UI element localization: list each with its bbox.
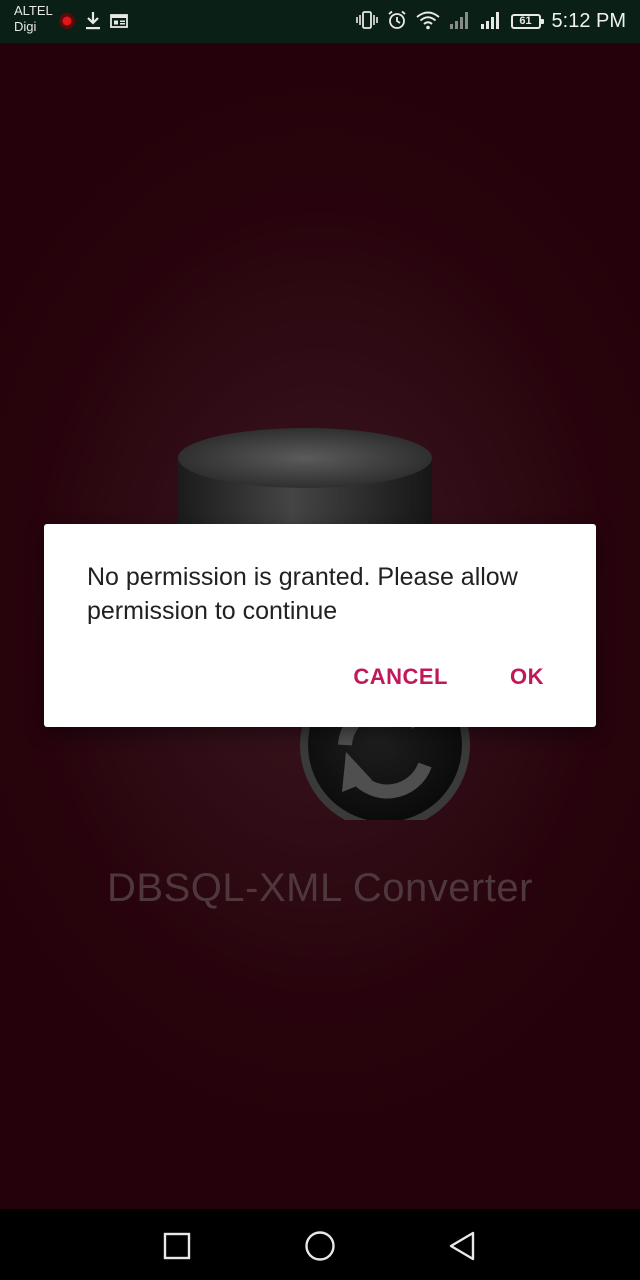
carrier-secondary: Digi xyxy=(14,19,37,34)
status-right-icons: 61 5:12 PM xyxy=(355,0,626,43)
ok-button[interactable]: OK xyxy=(510,660,544,694)
download-icon xyxy=(84,11,102,35)
wifi-icon xyxy=(415,10,440,34)
dialog-message: No permission is granted. Please allow p… xyxy=(87,563,518,625)
dialog-actions: CANCEL OK xyxy=(353,660,544,694)
back-triangle-icon[interactable] xyxy=(442,1226,482,1266)
carrier-info: ALTEL Digi xyxy=(14,3,53,35)
status-left-icons xyxy=(58,11,128,35)
status-time: 5:12 PM xyxy=(551,10,626,32)
navigation-bar xyxy=(0,1209,640,1280)
vibrate-icon xyxy=(355,10,378,34)
alarm-icon xyxy=(387,10,407,34)
carrier-primary: ALTEL xyxy=(14,3,53,18)
recents-square-icon[interactable] xyxy=(157,1226,197,1266)
permission-dialog: No permission is granted. Please allow p… xyxy=(44,524,596,727)
battery-icon: 61 xyxy=(510,14,544,29)
signal-icon xyxy=(449,10,471,34)
home-circle-icon[interactable] xyxy=(300,1226,340,1266)
cancel-button[interactable]: CANCEL xyxy=(353,660,448,694)
news-icon xyxy=(110,13,128,33)
screen-record-icon xyxy=(58,12,76,34)
status-bar: ALTEL Digi 61 5:12 PM xyxy=(0,0,640,43)
screen: ALTEL Digi 61 5:12 PM DBSQL-XML Converte… xyxy=(0,0,640,1280)
signal-icon xyxy=(480,10,502,34)
